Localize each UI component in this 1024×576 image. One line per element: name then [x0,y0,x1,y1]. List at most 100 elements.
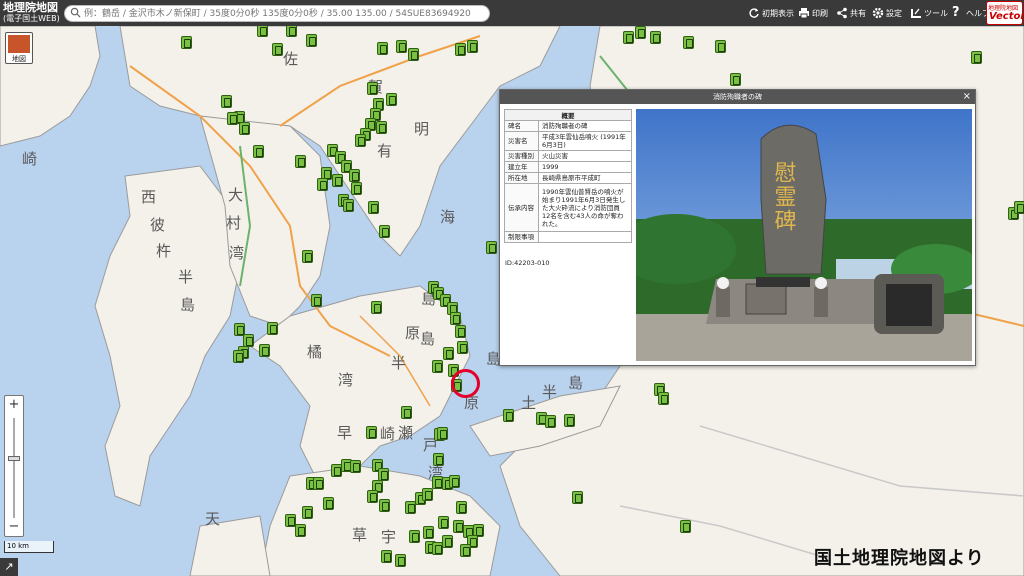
monument-marker-icon[interactable] [367,490,378,503]
monument-marker-icon[interactable] [295,155,306,168]
monument-marker-icon[interactable] [438,516,449,529]
map-layer-button[interactable]: 地図 [5,32,33,64]
monument-marker-icon[interactable] [572,491,583,504]
search-input[interactable] [84,7,484,20]
monument-marker-icon[interactable] [366,426,377,439]
monument-marker-icon[interactable] [564,414,575,427]
monument-marker-icon[interactable] [456,501,467,514]
monument-marker-icon[interactable] [457,341,468,354]
monument-marker-icon[interactable] [971,51,982,64]
monument-marker-icon[interactable] [355,134,366,147]
monument-marker-icon[interactable] [267,322,278,335]
monument-marker-icon[interactable] [181,36,192,49]
zoom-out-button[interactable]: − [5,519,23,535]
monument-marker-icon[interactable] [286,26,297,37]
monument-marker-icon[interactable] [253,145,264,158]
monument-marker-icon[interactable] [442,535,453,548]
monument-marker-icon[interactable] [401,406,412,419]
monument-marker-icon[interactable] [408,48,419,61]
monument-marker-icon[interactable] [302,506,313,519]
monument-marker-icon[interactable] [658,392,669,405]
zoom-in-button[interactable]: + [5,397,23,413]
monument-marker-icon[interactable] [368,201,379,214]
row-key: 災害種別 [504,150,539,162]
monument-marker-icon[interactable] [323,497,334,510]
monument-marker-icon[interactable] [259,344,270,357]
monument-marker-icon[interactable] [443,347,454,360]
monument-marker-icon[interactable] [635,26,646,39]
monument-marker-icon[interactable] [306,34,317,47]
monument-marker-icon[interactable] [422,488,433,501]
monument-photo[interactable]: 慰霊碑 [636,109,972,361]
monument-marker-icon[interactable] [379,225,390,238]
monument-marker-icon[interactable] [432,360,443,373]
monument-marker-icon[interactable] [233,350,244,363]
tools-button[interactable]: ツール [910,6,948,20]
monument-marker-icon[interactable] [351,182,362,195]
monument-marker-icon[interactable] [650,31,661,44]
monument-marker-icon[interactable] [376,121,387,134]
monument-marker-icon[interactable] [683,36,694,49]
expand-arrow-icon[interactable]: ↗ [0,558,18,576]
monument-marker-icon[interactable] [486,241,497,254]
monument-marker-icon[interactable] [381,550,392,563]
monument-marker-icon[interactable] [623,31,634,44]
monument-marker-icon[interactable] [332,174,343,187]
monument-marker-icon[interactable] [311,294,322,307]
monument-marker-icon[interactable] [317,178,328,191]
monument-marker-icon[interactable] [1014,201,1024,214]
close-icon[interactable]: × [963,90,971,104]
monument-marker-icon[interactable] [239,122,250,135]
vector-logo[interactable]: 地理院地図 Vector [986,1,1024,25]
monument-marker-icon[interactable] [467,40,478,53]
settings-button[interactable]: 設定 [872,6,902,20]
zoom-slider-handle[interactable] [8,456,20,461]
monument-marker-icon[interactable] [455,325,466,338]
monument-marker-icon[interactable] [396,40,407,53]
monument-marker-icon[interactable] [313,477,324,490]
monument-marker-icon[interactable] [367,82,378,95]
place-label: 大 [228,186,244,204]
header-bar: 地理院地図 (電子国土WEB) 初期表示 印刷 共有 設定 ツール ? ヘルプ … [0,0,1024,26]
monument-marker-icon[interactable] [243,334,254,347]
monument-marker-icon[interactable] [395,554,406,567]
place-label: 村 [226,214,242,232]
monument-marker-icon[interactable] [272,43,283,56]
monument-marker-icon[interactable] [423,526,434,539]
monument-marker-icon[interactable] [379,499,390,512]
monument-marker-icon[interactable] [377,42,388,55]
monument-marker-icon[interactable] [302,250,313,263]
monument-marker-icon[interactable] [449,475,460,488]
monument-marker-icon[interactable] [437,427,448,440]
monument-marker-icon[interactable] [409,530,420,543]
search-box[interactable] [64,5,490,22]
print-button[interactable]: 印刷 [798,6,828,20]
reset-view-button[interactable]: 初期表示 [748,6,794,20]
monument-marker-icon[interactable] [503,409,514,422]
monument-marker-icon[interactable] [343,199,354,212]
monument-marker-icon[interactable] [545,415,556,428]
monument-marker-icon[interactable] [433,453,444,466]
place-label: 橘 [307,343,323,361]
help-button[interactable]: ? ヘルプ [952,6,990,20]
monument-marker-icon[interactable] [450,312,461,325]
monument-marker-icon[interactable] [680,520,691,533]
zoom-control[interactable]: + − [4,395,24,537]
zoom-slider-track[interactable] [13,418,15,518]
share-button[interactable]: 共有 [836,6,866,20]
monument-marker-icon[interactable] [349,169,360,182]
app-brand[interactable]: 地理院地図 (電子国土WEB) [3,2,60,24]
monument-marker-icon[interactable] [715,40,726,53]
monument-marker-icon[interactable] [371,301,382,314]
monument-marker-icon[interactable] [386,93,397,106]
monument-marker-icon[interactable] [295,524,306,537]
monument-marker-icon[interactable] [432,542,443,555]
monument-marker-icon[interactable] [350,460,361,473]
monument-marker-icon[interactable] [730,73,741,86]
monument-marker-icon[interactable] [221,95,232,108]
monument-marker-icon[interactable] [455,43,466,56]
monument-marker-icon[interactable] [460,544,471,557]
monument-marker-icon[interactable] [257,26,268,37]
row-key: 所在地 [504,172,539,184]
monument-marker-icon[interactable] [227,112,238,125]
